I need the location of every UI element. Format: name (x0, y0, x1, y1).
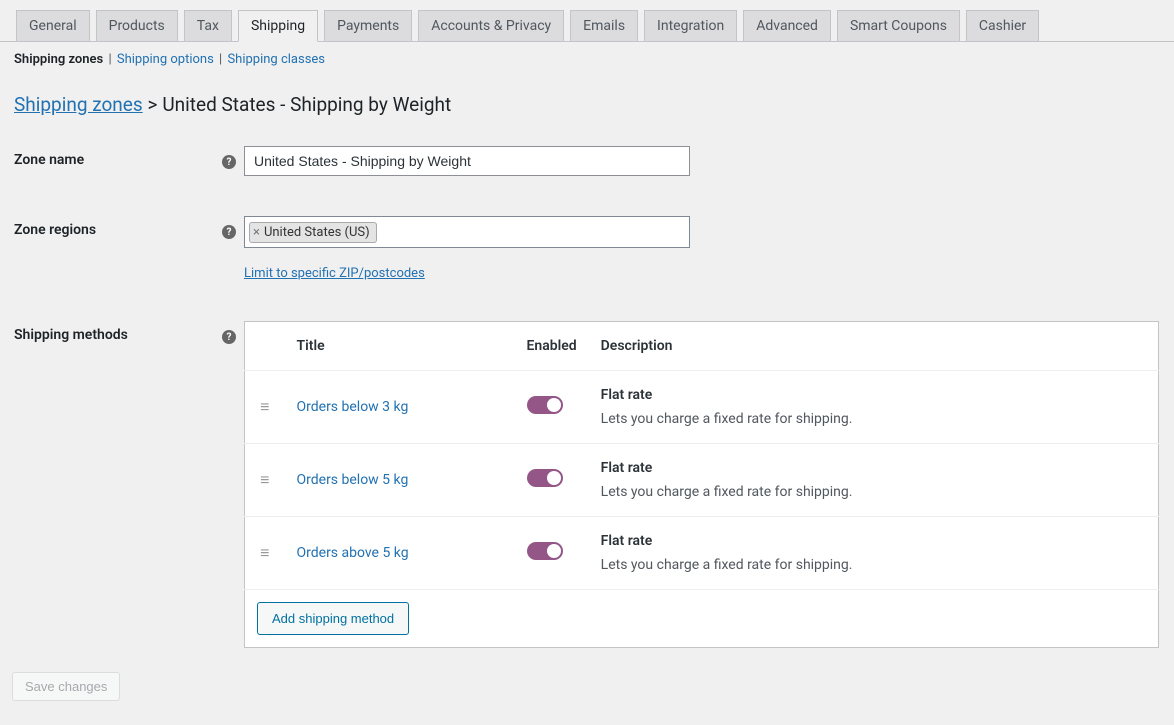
tab-emails[interactable]: Emails (570, 10, 638, 41)
method-desc-title: Flat rate (601, 533, 1146, 549)
method-title-link[interactable]: Orders below 5 kg (297, 472, 409, 488)
table-row: ≡ Orders below 3 kg Flat rate Lets you c… (245, 371, 1159, 444)
enabled-toggle[interactable] (527, 542, 563, 560)
tab-accounts-privacy[interactable]: Accounts & Privacy (418, 10, 564, 41)
breadcrumb: Shipping zones > United States - Shippin… (0, 77, 1174, 146)
tab-tax[interactable]: Tax (184, 10, 232, 41)
drag-handle-icon[interactable]: ≡ (260, 543, 269, 562)
shipping-methods-table: Title Enabled Description ≡ Orders below… (244, 321, 1159, 648)
add-shipping-method-button[interactable]: Add shipping method (257, 602, 409, 635)
method-desc-text: Lets you charge a fixed rate for shippin… (601, 411, 1146, 427)
settings-tabs: General Products Tax Shipping Payments A… (0, 0, 1174, 42)
tab-integration[interactable]: Integration (644, 10, 737, 41)
tab-cashier[interactable]: Cashier (966, 10, 1039, 41)
help-icon[interactable]: ? (222, 225, 236, 239)
help-icon[interactable]: ? (222, 330, 236, 344)
remove-tag-icon[interactable]: × (253, 226, 260, 239)
subnav-shipping-options[interactable]: Shipping options (117, 52, 214, 67)
save-changes-button[interactable]: Save changes (12, 672, 120, 701)
tab-products[interactable]: Products (96, 10, 178, 41)
tab-general[interactable]: General (16, 10, 90, 41)
zone-name-label: Zone name ? (14, 146, 244, 168)
zone-regions-label: Zone regions ? (14, 216, 244, 238)
separator: | (219, 52, 225, 67)
subnav-shipping-classes[interactable]: Shipping classes (227, 52, 325, 67)
method-desc-text: Lets you charge a fixed rate for shippin… (601, 484, 1146, 500)
method-desc-title: Flat rate (601, 387, 1146, 403)
region-tag-label: United States (US) (264, 225, 370, 240)
shipping-methods-label: Shipping methods ? (14, 321, 244, 343)
separator: | (108, 52, 114, 67)
help-icon[interactable]: ? (222, 155, 236, 169)
shipping-subnav: Shipping zones | Shipping options | Ship… (0, 42, 1174, 77)
drag-handle-icon[interactable]: ≡ (260, 470, 269, 489)
table-row: ≡ Orders below 5 kg Flat rate Lets you c… (245, 444, 1159, 517)
tab-advanced[interactable]: Advanced (743, 10, 831, 41)
region-tag: × United States (US) (249, 222, 377, 243)
limit-zip-link[interactable]: Limit to specific ZIP/postcodes (244, 266, 425, 281)
breadcrumb-link[interactable]: Shipping zones (14, 93, 143, 116)
enabled-toggle[interactable] (527, 469, 563, 487)
tab-payments[interactable]: Payments (324, 10, 412, 41)
drag-handle-icon[interactable]: ≡ (260, 397, 269, 416)
tab-smart-coupons[interactable]: Smart Coupons (837, 10, 960, 41)
enabled-toggle[interactable] (527, 396, 563, 414)
zone-regions-input[interactable]: × United States (US) (244, 216, 690, 248)
zone-name-input[interactable] (244, 146, 690, 176)
breadcrumb-title: United States - Shipping by Weight (162, 93, 451, 116)
subnav-shipping-zones[interactable]: Shipping zones (14, 52, 103, 67)
method-desc-title: Flat rate (601, 460, 1146, 476)
method-title-link[interactable]: Orders above 5 kg (297, 545, 409, 561)
tab-shipping[interactable]: Shipping (238, 10, 318, 42)
method-title-link[interactable]: Orders below 3 kg (297, 399, 409, 415)
breadcrumb-separator: > (148, 93, 158, 116)
column-description: Description (589, 322, 1159, 371)
column-title: Title (285, 322, 515, 371)
method-desc-text: Lets you charge a fixed rate for shippin… (601, 557, 1146, 573)
column-enabled: Enabled (515, 322, 589, 371)
table-row: ≡ Orders above 5 kg Flat rate Lets you c… (245, 517, 1159, 590)
